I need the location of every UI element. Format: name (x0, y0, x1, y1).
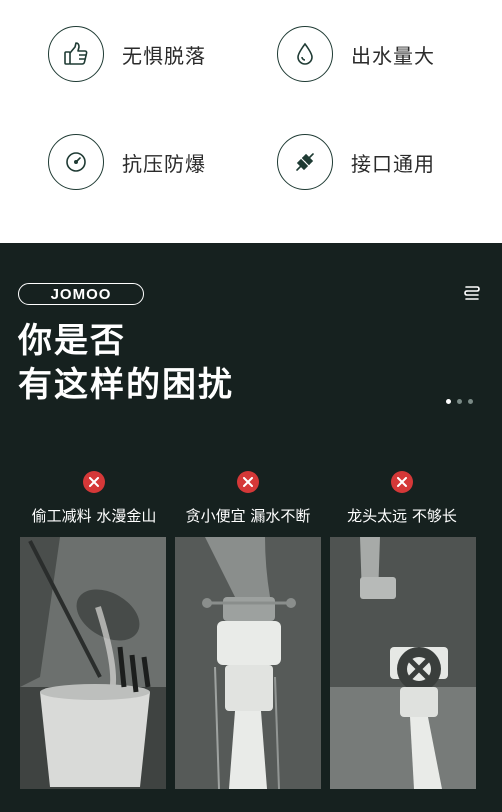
headline-line-2: 有这样的困扰 (18, 365, 234, 405)
headline-line-1: 你是否 (18, 321, 126, 361)
menu-icon[interactable] (463, 283, 481, 301)
carousel-dot-active[interactable] (446, 399, 451, 404)
close-icon (83, 471, 105, 493)
brand-logo[interactable]: JOMOO (18, 283, 144, 305)
feature-item-high-flow: 出水量大 (277, 26, 435, 82)
feature-label: 抗压防爆 (122, 151, 206, 176)
feature-icon-circle (48, 26, 104, 82)
feature-icon-circle (277, 134, 333, 190)
feature-label: 接口通用 (351, 151, 435, 176)
problem-item-too-short: 龙头太远 不够长 (328, 471, 476, 526)
feature-label: 出水量大 (351, 43, 435, 68)
problem-label: 贪小便宜 漏水不断 (185, 507, 311, 525)
close-icon (391, 471, 413, 493)
problem-photo-leaking-connector (175, 537, 321, 789)
feature-icon-circle (277, 26, 333, 82)
headline: 你是否 有这样的困扰 (18, 319, 234, 407)
feature-item-no-detach: 无惧脱落 (48, 26, 206, 82)
features-section: 无惧脱落 出水量大 抗压防爆 接口通用 (0, 0, 502, 243)
pressure-gauge-icon (66, 152, 86, 172)
carousel-dot[interactable] (457, 399, 462, 404)
problem-item-leaking: 贪小便宜 漏水不断 (174, 471, 322, 526)
feature-item-universal-connector: 接口通用 (277, 134, 435, 190)
thumbs-up-icon (64, 42, 88, 65)
problem-photo-mop-bucket (20, 537, 166, 789)
problem-photo-faucet-too-far (330, 537, 476, 789)
feature-icon-circle (48, 134, 104, 190)
water-drop-icon (297, 42, 313, 65)
feature-label: 无惧脱落 (122, 43, 206, 68)
problem-item-cheap-materials: 偷工减料 水漫金山 (20, 471, 168, 526)
carousel-dots (446, 399, 473, 404)
plug-connector-icon (296, 153, 314, 171)
feature-item-pressure-proof: 抗压防爆 (48, 134, 206, 190)
problem-label: 偷工减料 水漫金山 (31, 507, 157, 525)
close-icon (237, 471, 259, 493)
problem-label: 龙头太远 不够长 (347, 507, 457, 525)
carousel-dot[interactable] (468, 399, 473, 404)
problems-section: JOMOO 你是否 有这样的困扰 偷工减料 水漫金山 贪小便宜 漏水不断 龙头太… (0, 243, 502, 812)
